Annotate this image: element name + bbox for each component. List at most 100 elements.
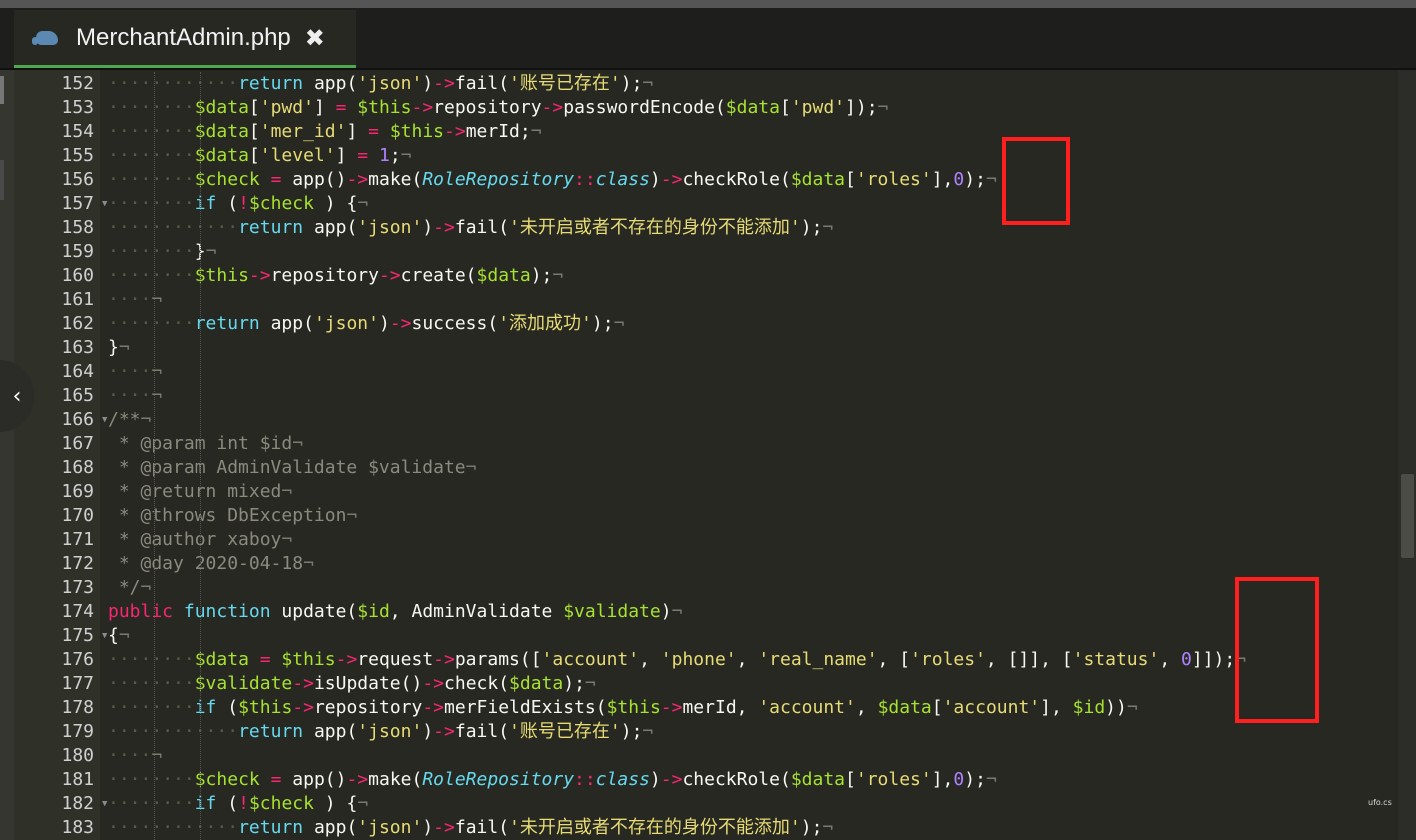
line-number: 178 bbox=[61, 697, 94, 718]
code-line[interactable]: /**¬ bbox=[108, 408, 151, 432]
code-token: return bbox=[238, 817, 304, 838]
code-line[interactable]: ············return app('json')->fail('未开… bbox=[108, 216, 833, 240]
code-line[interactable]: ········$check = app()->make(RoleReposit… bbox=[108, 768, 997, 792]
code-token: 'mer_id' bbox=[259, 121, 347, 142]
code-token: ) bbox=[649, 169, 661, 190]
code-token: ] bbox=[346, 121, 358, 142]
code-token: $this bbox=[238, 697, 293, 718]
code-line[interactable]: * @param int $id¬ bbox=[108, 432, 303, 456]
eol-marker: ¬ bbox=[1126, 697, 1138, 718]
line-number: 179 bbox=[61, 721, 94, 742]
code-token: ], bbox=[931, 169, 954, 190]
code-line[interactable]: ········$data['pwd'] = $this->repository… bbox=[108, 96, 888, 120]
code-token: app( bbox=[303, 217, 358, 238]
code-token: return bbox=[238, 73, 304, 94]
code-token: [ bbox=[248, 121, 260, 142]
code-token: 0 bbox=[953, 769, 965, 790]
indent-marker: ···· bbox=[108, 145, 152, 166]
scrollbar-thumb[interactable] bbox=[1401, 474, 1414, 558]
code-line[interactable]: ········$check = app()->make(RoleReposit… bbox=[108, 168, 997, 192]
code-line[interactable]: ············return app('json')->fail('账号… bbox=[108, 720, 653, 744]
code-token: make( bbox=[368, 769, 423, 790]
code-line[interactable]: public function update($id, AdminValidat… bbox=[108, 600, 682, 624]
code-token: ) bbox=[422, 721, 434, 742]
code-token: fail( bbox=[454, 817, 510, 838]
code-token: update( bbox=[270, 601, 358, 622]
indent-marker: ···· bbox=[108, 793, 152, 814]
code-token: '未开启或者不存在的身份不能添加' bbox=[509, 817, 801, 838]
code-line[interactable]: ········if (!$check ) {¬ bbox=[108, 792, 368, 816]
code-token: $this bbox=[357, 97, 412, 118]
indent-marker: ···· bbox=[108, 169, 152, 190]
code-line[interactable]: * @day 2020-04-18¬ bbox=[108, 552, 314, 576]
indent-marker: ···· bbox=[151, 697, 195, 718]
line-number: 180 bbox=[61, 745, 94, 766]
code-token: -> bbox=[346, 769, 369, 790]
code-token: -> bbox=[422, 697, 445, 718]
code-token: , bbox=[1159, 649, 1182, 670]
vertical-scrollbar[interactable] bbox=[1398, 70, 1416, 840]
code-token: 'account' bbox=[758, 697, 856, 718]
code-token: [ bbox=[931, 697, 943, 718]
code-token: 'json' bbox=[357, 817, 423, 838]
code-token: -> bbox=[433, 217, 455, 238]
code-line[interactable]: ············return app('json')->fail('未开… bbox=[108, 816, 833, 840]
code-line[interactable]: ········$validate->isUpdate()->check($da… bbox=[108, 672, 596, 696]
code-token: $check bbox=[194, 769, 260, 790]
code-line[interactable]: ············return app('json')->fail('账号… bbox=[108, 72, 653, 96]
code-token: ) bbox=[422, 217, 434, 238]
left-panel-marker bbox=[0, 160, 4, 200]
code-token: -> bbox=[660, 697, 683, 718]
code-token: '账号已存在' bbox=[509, 721, 621, 742]
code-line[interactable]: {¬ bbox=[108, 624, 130, 648]
code-token: '账号已存在' bbox=[509, 73, 621, 94]
code-token: 'json' bbox=[357, 217, 423, 238]
indent-marker: ···· bbox=[151, 793, 195, 814]
code-token: create( bbox=[400, 265, 477, 286]
code-token: * @day 2020-04-18 bbox=[108, 553, 304, 574]
code-line[interactable]: ········$data = $this->request->params([… bbox=[108, 648, 1246, 672]
code-line[interactable]: }¬ bbox=[108, 336, 130, 360]
line-number: 176 bbox=[61, 649, 94, 670]
line-number: 169 bbox=[61, 481, 94, 502]
code-line[interactable]: ········if (!$check ) {¬ bbox=[108, 192, 368, 216]
code-token: repository bbox=[433, 97, 542, 118]
indent-marker: ···· bbox=[151, 649, 195, 670]
code-token: $data bbox=[877, 697, 932, 718]
code-token: $this bbox=[606, 697, 661, 718]
line-number-gutter: 152 153 154 155 156 157 ▼ 158 159 160 161 162 163 164… bbox=[14, 70, 107, 840]
code-line[interactable]: ········return app('json')->success('添加成… bbox=[108, 312, 624, 336]
line-number: 160 bbox=[61, 265, 94, 286]
indent-marker: ···· bbox=[151, 145, 195, 166]
line-number: 183 bbox=[61, 817, 94, 838]
code-token: checkRole( bbox=[682, 769, 791, 790]
code-token: if bbox=[194, 793, 217, 814]
code-token: $data bbox=[790, 769, 846, 790]
indent-marker: ···· bbox=[108, 217, 152, 238]
code-token: 'roles' bbox=[910, 649, 986, 670]
code-line[interactable]: * @param AdminValidate $validate¬ bbox=[108, 456, 477, 480]
code-token: { bbox=[108, 625, 119, 646]
code-token: ] bbox=[313, 97, 325, 118]
code-token: = bbox=[248, 649, 282, 670]
code-token: [ bbox=[248, 145, 260, 166]
code-token: 'json' bbox=[357, 721, 423, 742]
indent-marker: ···· bbox=[108, 673, 152, 694]
code-line[interactable]: * @throws DbException¬ bbox=[108, 504, 357, 528]
indent-marker: ···· bbox=[108, 361, 152, 382]
code-token: ) bbox=[660, 601, 672, 622]
code-token: 'level' bbox=[259, 145, 336, 166]
code-token: $id bbox=[357, 601, 390, 622]
code-token: '未开启或者不存在的身份不能添加' bbox=[509, 217, 801, 238]
code-line[interactable]: ········$this->repository->create($data)… bbox=[108, 264, 563, 288]
code-token: $check bbox=[248, 193, 314, 214]
code-line[interactable]: ········$data['mer_id'] = $this->merId;¬ bbox=[108, 120, 542, 144]
indent-marker: ···· bbox=[108, 121, 152, 142]
code-token: $check bbox=[194, 169, 260, 190]
code-token: ) { bbox=[313, 793, 358, 814]
code-token: , bbox=[639, 649, 661, 670]
code-token: -> bbox=[378, 265, 401, 286]
code-line[interactable]: ········if ($this->repository->merFieldE… bbox=[108, 696, 1138, 720]
code-line[interactable]: */¬ bbox=[108, 576, 152, 600]
code-editor[interactable]: ············return app('json')->fail('账号… bbox=[108, 0, 1398, 840]
